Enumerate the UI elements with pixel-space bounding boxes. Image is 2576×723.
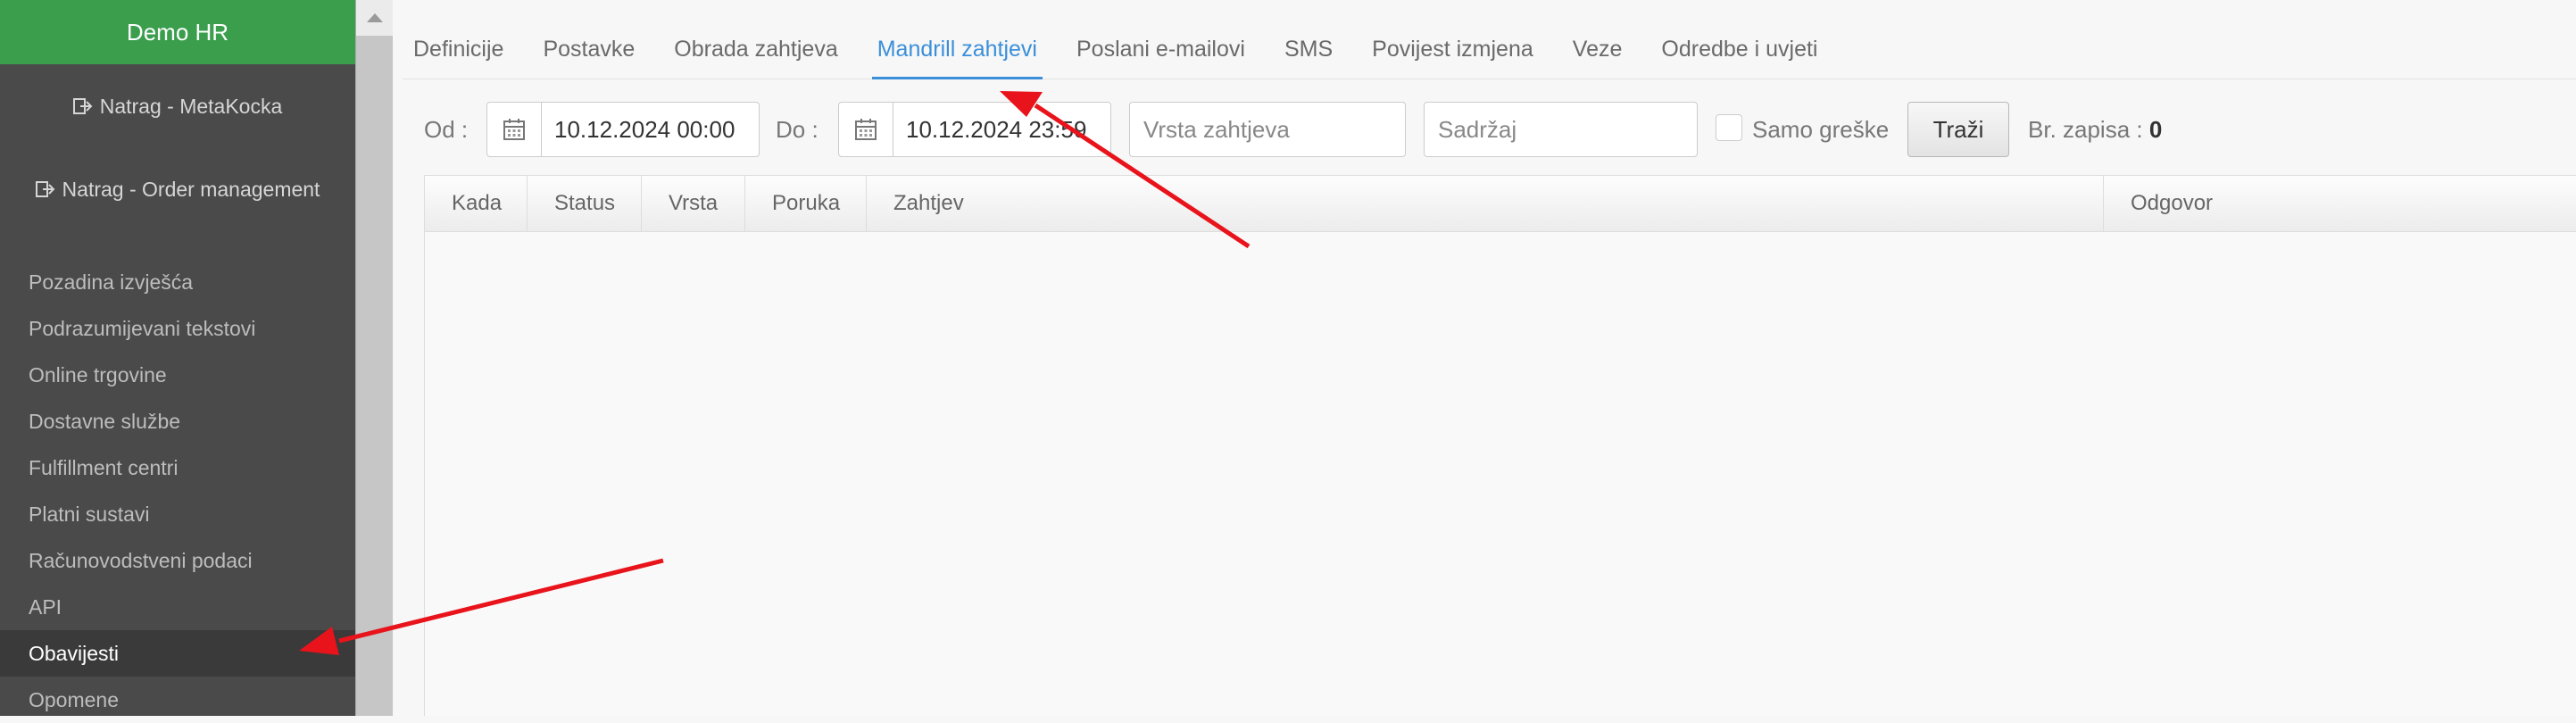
column-header-zahtjev[interactable]: Zahtjev [867,176,2104,231]
column-header-odgovor[interactable]: Odgovor [2104,176,2576,231]
sidebar-item-platni-sustavi[interactable]: Platni sustavi [0,491,355,537]
sidebar: Demo HR Natrag - MetaKocka Natrag - Orde… [0,0,355,716]
sidebar-nav: Pozadina izvješća Podrazumijevani teksto… [0,259,355,723]
back-link-metakocka[interactable]: Natrag - MetaKocka [0,95,355,119]
from-date-value: 10.12.2024 00:00 [554,115,735,143]
column-header-kada[interactable]: Kada [425,176,528,231]
tab-poslani-e-mailovi[interactable]: Poslani e-mailovi [1066,20,1256,79]
filter-toolbar: Od : 10.12.2024 00:00 Do : 10.12.2024 23… [393,102,2576,157]
from-date-input[interactable]: 10.12.2024 00:00 [486,102,760,157]
table-header: Kada Status Vrsta Poruka Zahtjev Odgovor [425,176,2576,232]
sidebar-item-pozadina-izvjesca[interactable]: Pozadina izvješća [0,259,355,305]
scroll-up-arrow-icon[interactable] [356,0,393,36]
tab-bar: Definicije Postavke Obrada zahtjeva Mand… [403,20,2576,79]
only-errors-label[interactable]: Samo greške [1752,102,1889,157]
sidebar-item-fulfillment-centri[interactable]: Fulfillment centri [0,445,355,491]
record-count-value: 0 [2148,116,2163,143]
column-header-vrsta[interactable]: Vrsta [642,176,745,231]
record-count-label: Br. zapisa : [2028,116,2143,143]
tab-veze[interactable]: Veze [1562,20,1633,79]
tab-obrada-zahtjeva[interactable]: Obrada zahtjeva [663,20,848,79]
sidebar-item-opomene[interactable]: Opomene [0,677,355,723]
tab-povijest-izmjena[interactable]: Povijest izmjena [1361,20,1544,79]
sidebar-item-api[interactable]: API [0,584,355,630]
content-input[interactable]: Sadržaj [1424,102,1698,157]
calendar-icon[interactable] [487,103,542,156]
from-label: Od : [424,116,469,143]
sidebar-item-obavijesti[interactable]: Obavijesti [0,630,355,677]
requests-table: Kada Status Vrsta Poruka Zahtjev Odgovor [424,175,2576,716]
sidebar-item-podrazumijevani-tekstovi[interactable]: Podrazumijevani tekstovi [0,305,355,352]
record-count: Br. zapisa : 0 [2028,102,2162,157]
tab-postavke[interactable]: Postavke [532,20,645,79]
to-date-input[interactable]: 10.12.2024 23:59 [838,102,1111,157]
column-header-poruka[interactable]: Poruka [745,176,867,231]
exit-icon [72,96,93,114]
tab-mandrill-zahtjevi[interactable]: Mandrill zahtjevi [867,20,1048,79]
sidebar-item-online-trgovine[interactable]: Online trgovine [0,352,355,398]
search-button[interactable]: Traži [1907,102,2009,157]
calendar-icon[interactable] [839,103,893,156]
request-type-input[interactable]: Vrsta zahtjeva [1129,102,1406,157]
back-link-label: Natrag - Order management [62,178,320,201]
column-header-status[interactable]: Status [528,176,642,231]
to-label: Do : [776,116,819,143]
back-link-order-management[interactable]: Natrag - Order management [0,178,355,202]
exit-icon [35,179,55,197]
tab-sms[interactable]: SMS [1274,20,1343,79]
tab-odredbe-i-uvjeti[interactable]: Odredbe i uvjeti [1650,20,1828,79]
sidebar-item-dostavne-sluzbe[interactable]: Dostavne službe [0,398,355,445]
brand-title: Demo HR [0,0,355,64]
main-content: Definicije Postavke Obrada zahtjeva Mand… [393,0,2576,716]
back-link-label: Natrag - MetaKocka [99,95,283,118]
tab-definicije[interactable]: Definicije [403,20,514,79]
sidebar-scrollbar[interactable] [355,0,393,716]
only-errors-checkbox[interactable] [1716,114,1742,141]
sidebar-item-racunovodstveni-podaci[interactable]: Računovodstveni podaci [0,537,355,584]
to-date-value: 10.12.2024 23:59 [906,115,1087,143]
